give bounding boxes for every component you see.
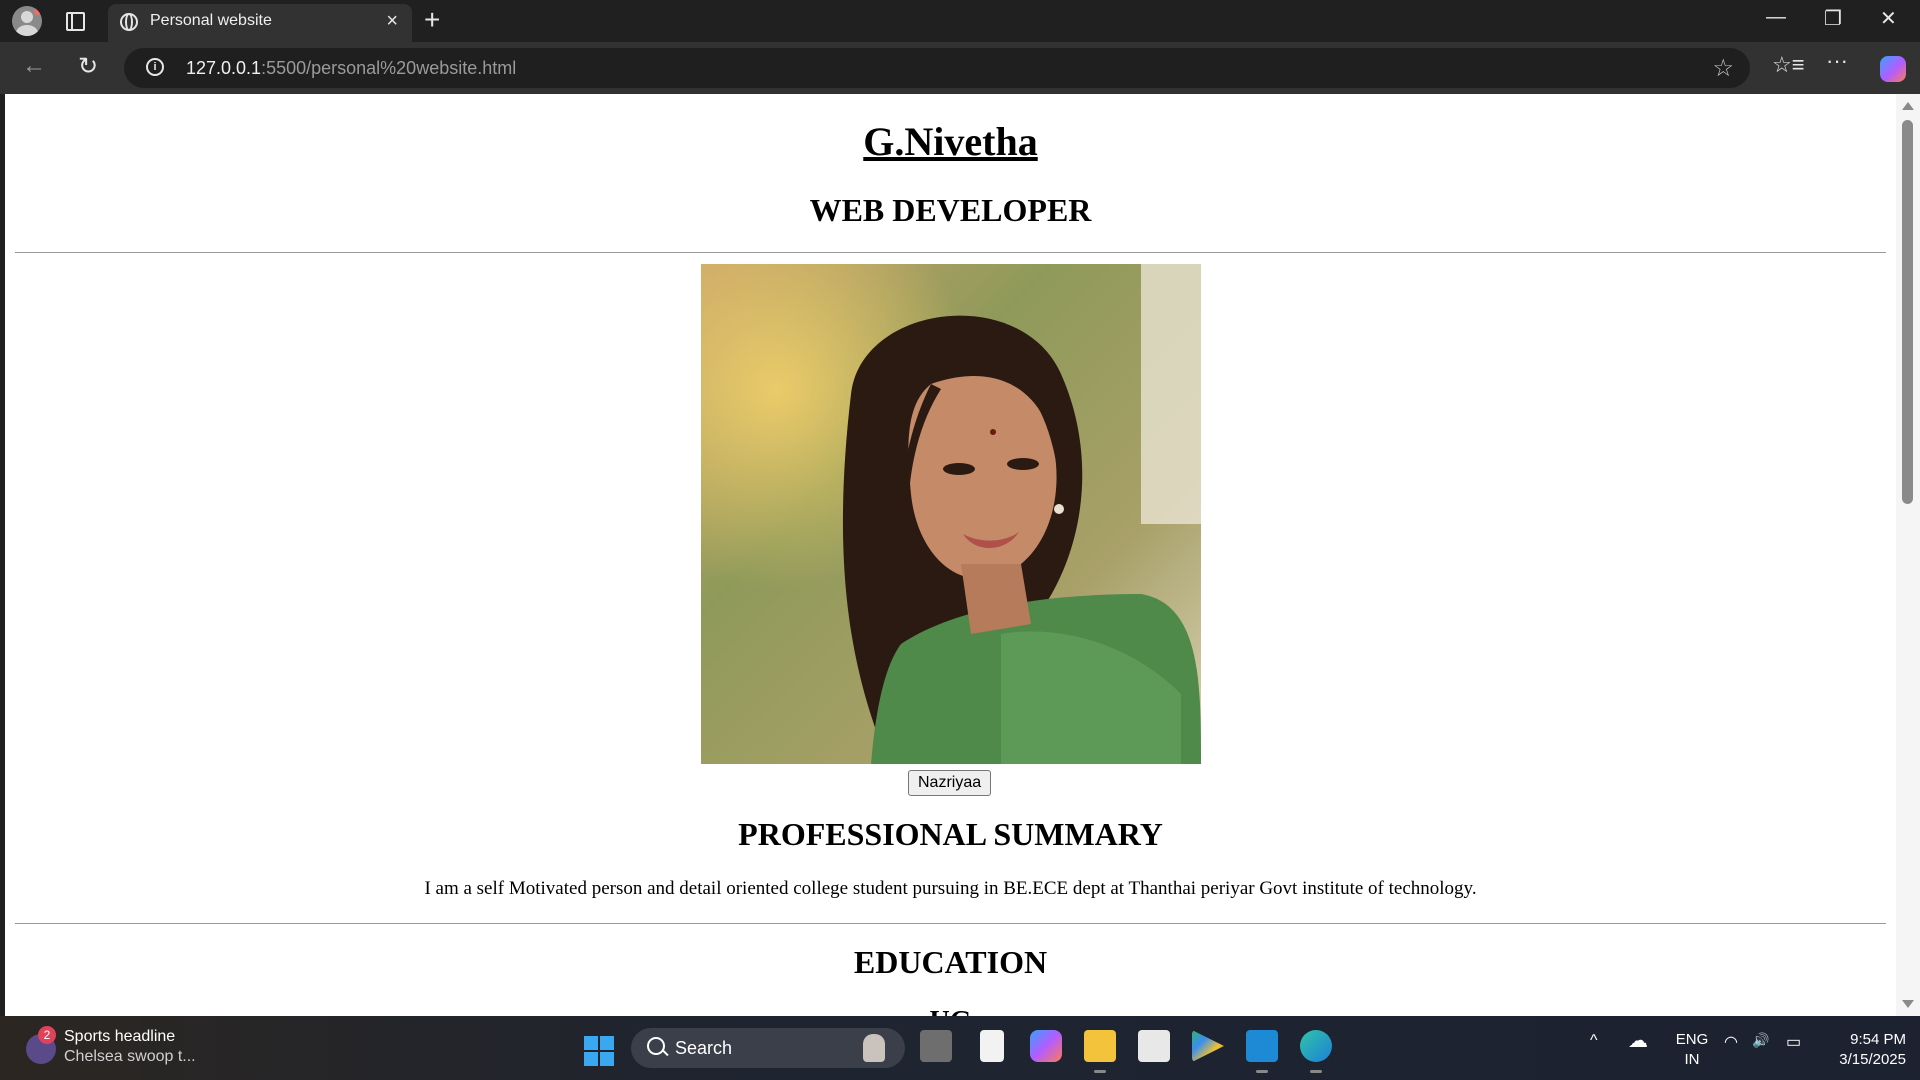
wifi-icon[interactable]: ◠ [1724,1032,1738,1052]
divider [15,252,1886,253]
maximize-button[interactable]: ❐ [1824,6,1842,31]
url-host: 127.0.0.1 [186,58,262,78]
taskbar: 2 Sports headline Chelsea swoop t... Sea… [0,1016,1920,1080]
new-tab-button[interactable]: + [424,4,440,36]
address-bar[interactable]: i 127.0.0.1:5500/personal%20website.html… [124,48,1750,88]
clock-time: 9:54 PM [1850,1031,1906,1048]
lang-top: ENG [1675,1031,1709,1048]
page-title: G.Nivetha [863,119,1038,164]
tab-actions-icon[interactable] [62,10,86,32]
minimize-button[interactable]: — [1766,6,1786,29]
more-menu-icon[interactable]: ··· [1826,48,1848,74]
profile-avatar[interactable] [12,6,42,36]
tab-title: Personal website [150,12,272,29]
file-explorer-icon[interactable] [1084,1030,1116,1073]
scroll-down-icon[interactable] [1902,1000,1914,1008]
lang-bottom: IN [1684,1051,1700,1068]
news-badge: 2 [38,1026,56,1044]
vscode-icon[interactable] [1246,1030,1278,1073]
play-store-icon[interactable] [1192,1030,1224,1062]
globe-icon [120,13,138,31]
tray-chevron-icon[interactable]: ^ [1590,1032,1598,1050]
start-button[interactable] [584,1036,614,1066]
tab-personal-website[interactable]: Personal website × [108,4,412,42]
back-button[interactable]: ← [22,52,46,80]
site-info-icon[interactable]: i [146,58,164,76]
task-view-icon[interactable] [920,1030,952,1062]
notification-dot [34,8,41,15]
reload-button[interactable]: ↻ [78,52,98,81]
scroll-up-icon[interactable] [1902,102,1914,110]
url-text[interactable]: 127.0.0.1:5500/personal%20website.html [186,58,516,79]
language-indicator[interactable]: ENG IN [1674,1030,1710,1070]
role-heading: WEB DEVELOPER [809,192,1092,228]
taskbar-search[interactable]: Search [631,1028,905,1068]
divider [15,923,1886,924]
summary-heading: PROFESSIONAL SUMMARY [738,816,1163,852]
search-highlight-icon [863,1034,885,1062]
close-window-button[interactable]: ✕ [1880,6,1897,31]
news-title: Sports headline [64,1028,176,1045]
tab-strip: Personal website × + — ❐ ✕ [0,0,1920,42]
summary-text: I am a self Motivated person and detail … [424,878,1477,899]
url-path: :5500/personal%20website.html [261,58,517,78]
next-heading-partial: UG [5,1006,1896,1016]
search-icon [647,1037,665,1055]
tab-close-icon[interactable]: × [386,10,398,33]
page-viewport: G.Nivetha WEB DEVELOPER Nazriyaa PROFESS… [5,94,1896,1016]
onedrive-icon[interactable]: ☁ [1628,1028,1648,1053]
page-scrollbar[interactable] [1896,94,1920,1016]
search-label: Search [675,1038,733,1058]
photo-caption-button[interactable]: Nazriyaa [908,770,992,796]
news-subtitle: Chelsea swoop t... [64,1048,196,1065]
profile-photo [701,264,1201,764]
volume-icon[interactable]: 🔊 [1752,1032,1769,1049]
microsoft-store-icon[interactable] [1138,1030,1170,1062]
clock-date: 3/15/2025 [1839,1051,1906,1068]
scroll-thumb[interactable] [1902,120,1913,504]
favorites-icon[interactable]: ☆≡ [1772,52,1805,78]
browser-toolbar: ← ↻ i 127.0.0.1:5500/personal%20website.… [0,42,1920,94]
clock[interactable]: 9:54 PM 3/15/2025 [1826,1030,1906,1070]
edge-browser-icon[interactable] [1300,1030,1332,1073]
battery-icon[interactable]: ▭ [1786,1032,1801,1052]
notepad-icon[interactable] [980,1030,1004,1062]
favorite-star-icon[interactable]: ☆ [1712,54,1734,83]
copilot-app-icon[interactable] [1030,1030,1062,1062]
education-heading: EDUCATION [853,944,1048,980]
copilot-icon[interactable] [1880,56,1906,82]
